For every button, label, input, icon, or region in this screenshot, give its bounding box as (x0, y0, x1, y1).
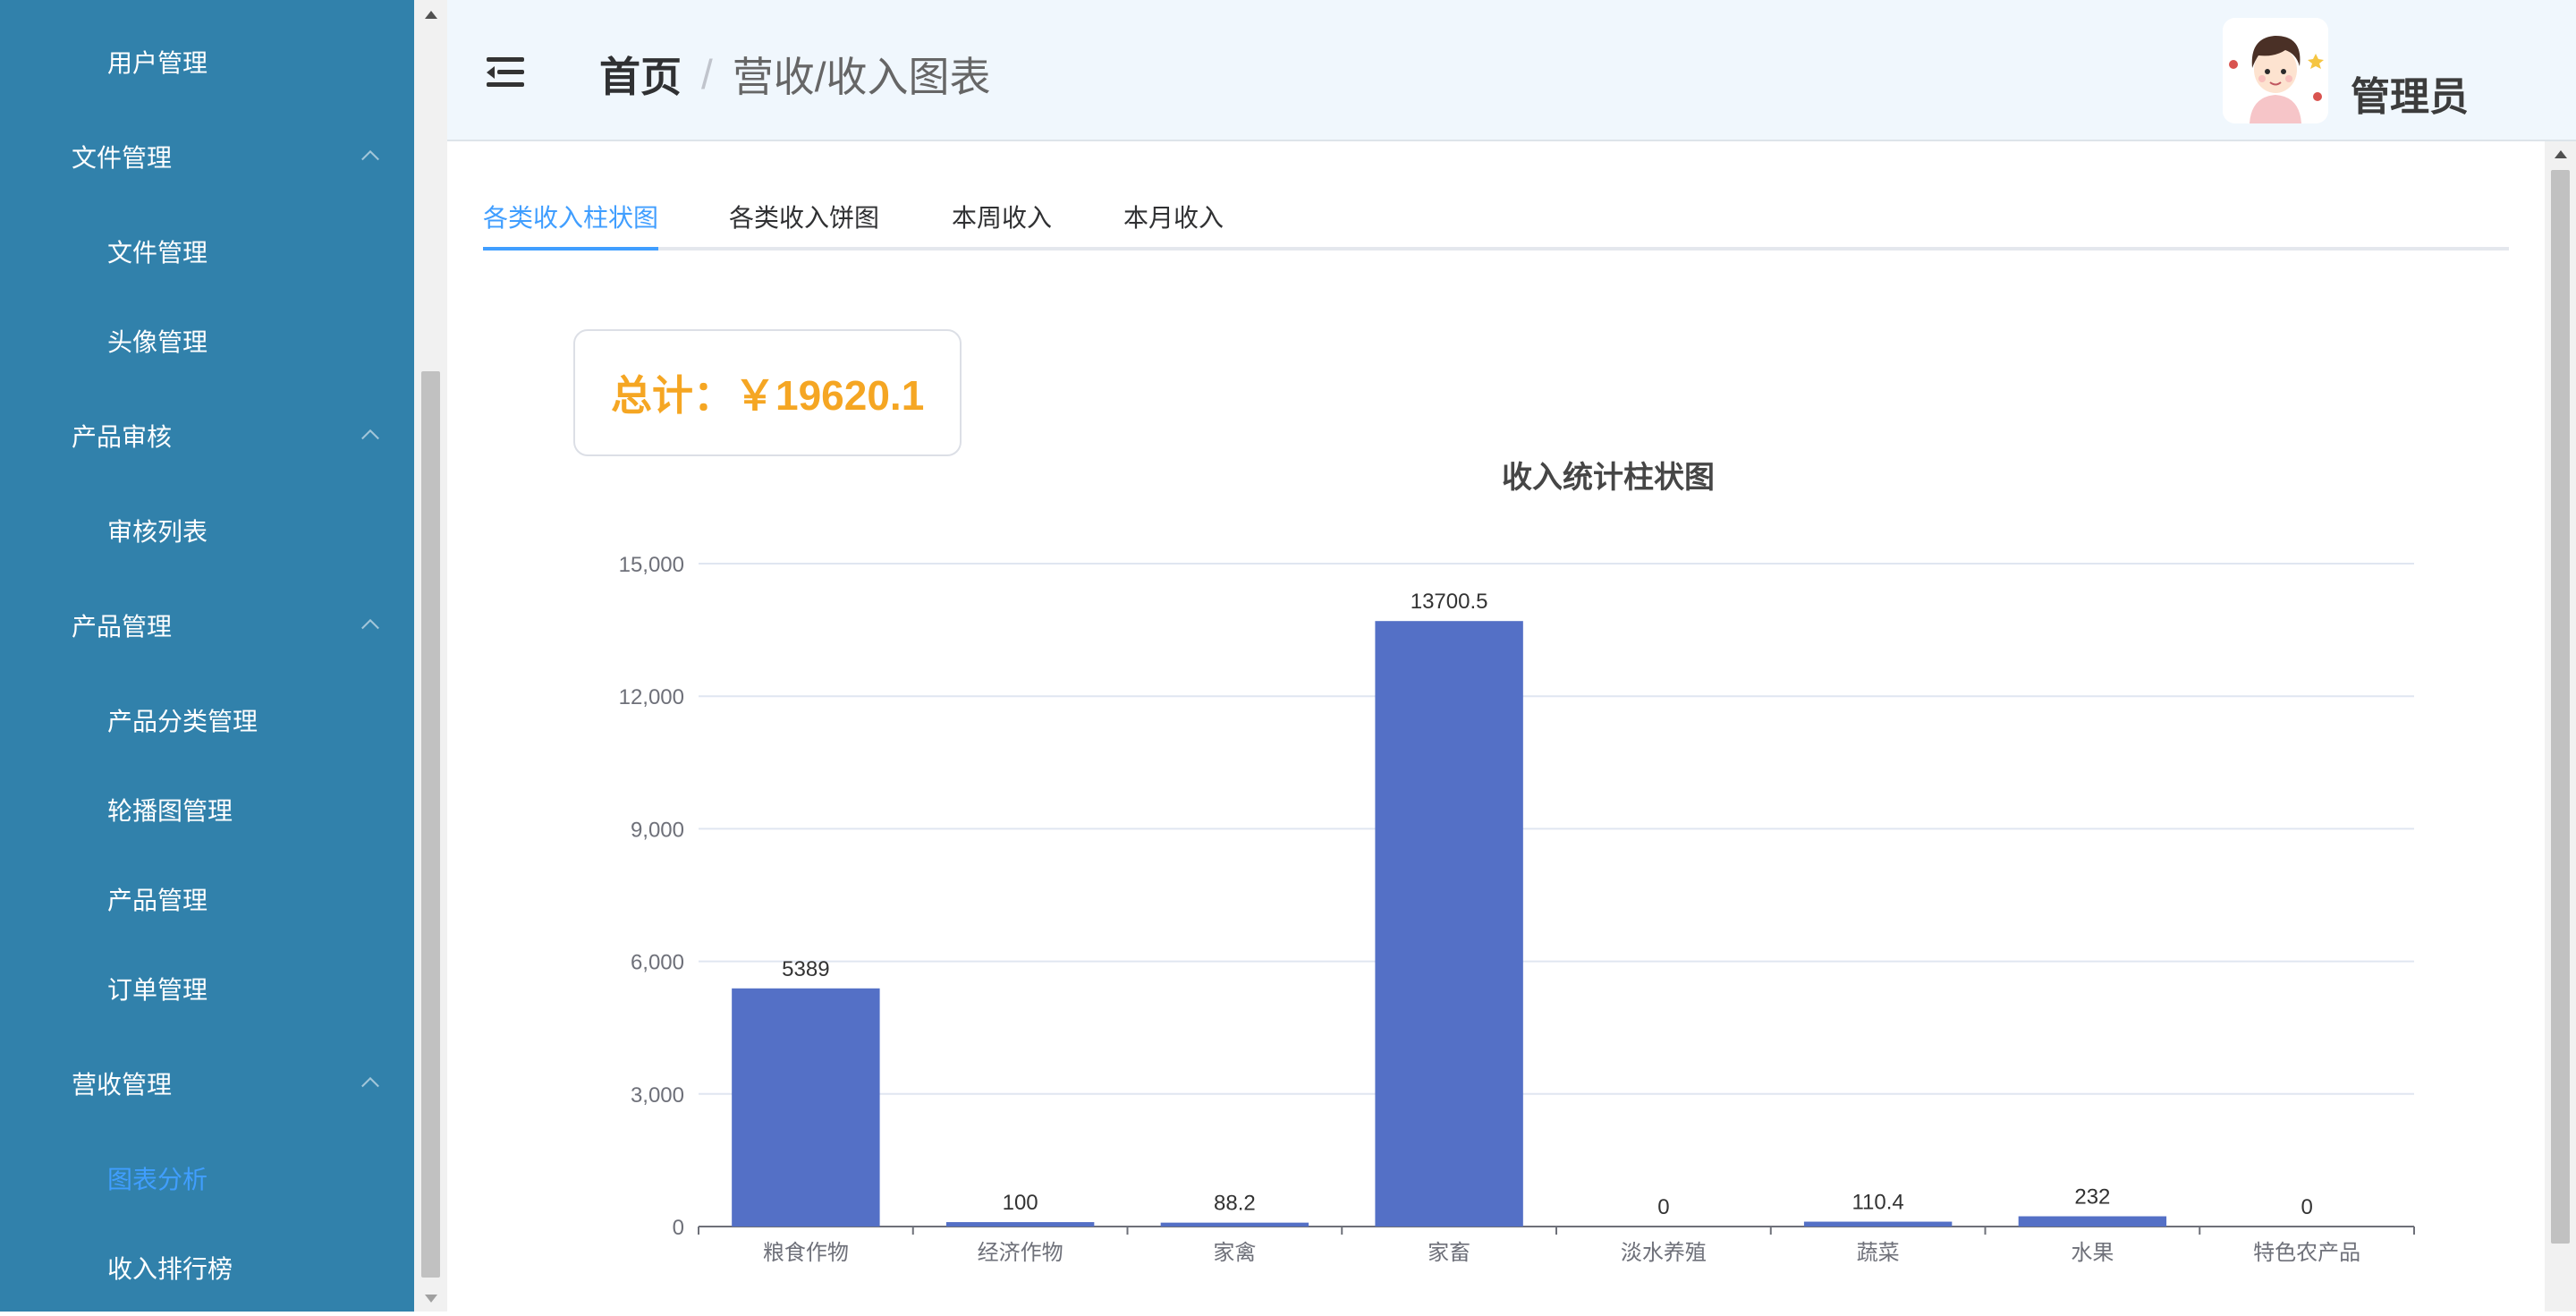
chevron-up-icon (361, 1076, 379, 1095)
sidebar-item-product-management[interactable]: 产品管理 (0, 863, 414, 935)
bar (1375, 621, 1523, 1227)
x-tick-label: 蔬菜 (1857, 1241, 1900, 1265)
bar-value-label: 0 (2301, 1195, 2312, 1219)
bar-value-label: 5389 (782, 957, 829, 981)
chevron-up-icon (361, 149, 379, 168)
income-bar-chart: 收入统计柱状图 0 3,000 6,000 9,000 12,000 15,000 5389 粮… (537, 447, 2504, 1312)
scroll-up-arrow-icon[interactable] (425, 11, 437, 19)
chart-title: 收入统计柱状图 (1502, 461, 1715, 495)
breadcrumb-current: 营收/收入图表 (732, 54, 991, 100)
sidebar-item-label: 文件管理 (72, 144, 173, 172)
sidebar-item-label: 营收管理 (72, 1071, 173, 1099)
sidebar-item-label: 轮播图管理 (107, 797, 233, 825)
main-scrollbar[interactable] (2545, 141, 2576, 1312)
sidebar-item-user-management[interactable]: 用户管理 (0, 26, 414, 98)
sidebar-group-file-management[interactable]: 文件管理 (0, 121, 414, 192)
top-header: 首页 / 营收/收入图表 管理员 (447, 0, 2576, 141)
chevron-up-icon (361, 429, 379, 447)
sidebar-scrollbar[interactable] (414, 0, 447, 1312)
sidebar-item-review-list[interactable]: 审核列表 (0, 495, 414, 566)
breadcrumb: 首页 / 营收/收入图表 (599, 45, 991, 104)
breadcrumb-home-link[interactable]: 首页 (599, 45, 682, 104)
y-tick-label: 15,000 (619, 553, 684, 577)
user-avatar[interactable] (2223, 18, 2328, 123)
sidebar: 用户管理 文件管理 文件管理 头像管理 产品审核 审核列表 产品管理 产品分类管… (0, 0, 414, 1312)
total-income-box: 总计：￥19620.1 (573, 329, 962, 456)
x-tick-label: 家畜 (1428, 1241, 1470, 1265)
chevron-up-icon (361, 618, 379, 637)
active-tab-indicator (483, 247, 658, 250)
x-tick-label: 粮食作物 (763, 1241, 849, 1265)
breadcrumb-separator: / (701, 51, 713, 98)
bar (945, 1222, 1095, 1227)
sidebar-item-label: 审核列表 (107, 518, 208, 546)
bar (1160, 1222, 1309, 1227)
chart-svg: 收入统计柱状图 0 3,000 6,000 9,000 12,000 15,000 5389 粮… (619, 461, 2415, 1265)
y-tick-label: 3,000 (631, 1083, 684, 1108)
sidebar-group-product-review[interactable]: 产品审核 (0, 400, 414, 471)
tab-category-pie-chart[interactable]: 各类收入饼图 (729, 199, 879, 234)
bar-value-label: 13700.5 (1411, 590, 1488, 614)
sidebar-item-label: 文件管理 (107, 239, 208, 267)
bar (2018, 1216, 2167, 1227)
tab-weekly-income[interactable]: 本周收入 (952, 199, 1052, 234)
scrollbar-thumb[interactable] (421, 371, 440, 1278)
sidebar-item-label: 订单管理 (107, 976, 208, 1004)
sidebar-item-carousel-management[interactable]: 轮播图管理 (0, 774, 414, 845)
bar-value-label: 232 (2074, 1185, 2110, 1210)
bar-value-label: 0 (1657, 1195, 1669, 1219)
bar (1803, 1221, 1953, 1227)
tab-monthly-income[interactable]: 本月收入 (1123, 199, 1224, 234)
sidebar-item-label: 用户管理 (107, 49, 208, 77)
sidebar-item-chart-analysis[interactable]: 图表分析 (0, 1142, 414, 1214)
sidebar-item-label: 产品管理 (107, 887, 208, 914)
sidebar-group-revenue-management[interactable]: 营收管理 (0, 1048, 414, 1119)
bar (732, 988, 880, 1227)
sidebar-item-label: 产品审核 (72, 423, 173, 451)
sidebar-item-file-management[interactable]: 文件管理 (0, 216, 414, 287)
total-income-text: 总计：￥19620.1 (611, 372, 925, 419)
menu-fold-icon[interactable] (487, 57, 524, 88)
bar-value-label: 110.4 (1852, 1191, 1903, 1215)
sidebar-item-avatar-management[interactable]: 头像管理 (0, 305, 414, 377)
sidebar-item-label: 产品管理 (72, 613, 173, 641)
bar-value-label: 100 (1003, 1191, 1038, 1215)
x-tick-label: 经济作物 (978, 1241, 1063, 1265)
sidebar-item-order-management[interactable]: 订单管理 (0, 953, 414, 1024)
username[interactable]: 管理员 (2351, 64, 2469, 122)
scroll-up-arrow-icon[interactable] (2555, 150, 2567, 158)
y-tick-label: 6,000 (631, 951, 684, 975)
y-tick-label: 9,000 (631, 818, 684, 842)
scrollbar-thumb[interactable] (2551, 170, 2570, 1244)
bar-value-label: 88.2 (1214, 1192, 1256, 1216)
x-tick-label: 水果 (2071, 1241, 2114, 1265)
sidebar-item-label: 收入排行榜 (107, 1255, 233, 1283)
sidebar-item-label: 产品分类管理 (107, 708, 258, 735)
y-tick-label: 12,000 (619, 685, 684, 709)
sidebar-group-product-management[interactable]: 产品管理 (0, 590, 414, 661)
x-tick-label: 特色农产品 (2253, 1241, 2360, 1265)
chart-tabs: 各类收入柱状图 各类收入饼图 本周收入 本月收入 (483, 179, 2509, 250)
sidebar-item-category-management[interactable]: 产品分类管理 (0, 684, 414, 756)
x-tick-label: 家禽 (1213, 1241, 1256, 1265)
x-tick-label: 淡水养殖 (1621, 1241, 1707, 1265)
sidebar-item-revenue-ranking[interactable]: 收入排行榜 (0, 1232, 414, 1303)
y-tick-label: 0 (673, 1216, 684, 1240)
tab-category-bar-chart[interactable]: 各类收入柱状图 (483, 199, 658, 234)
sidebar-item-label: 头像管理 (107, 328, 208, 356)
scroll-down-arrow-icon[interactable] (425, 1295, 437, 1303)
sidebar-item-label: 图表分析 (107, 1166, 208, 1193)
